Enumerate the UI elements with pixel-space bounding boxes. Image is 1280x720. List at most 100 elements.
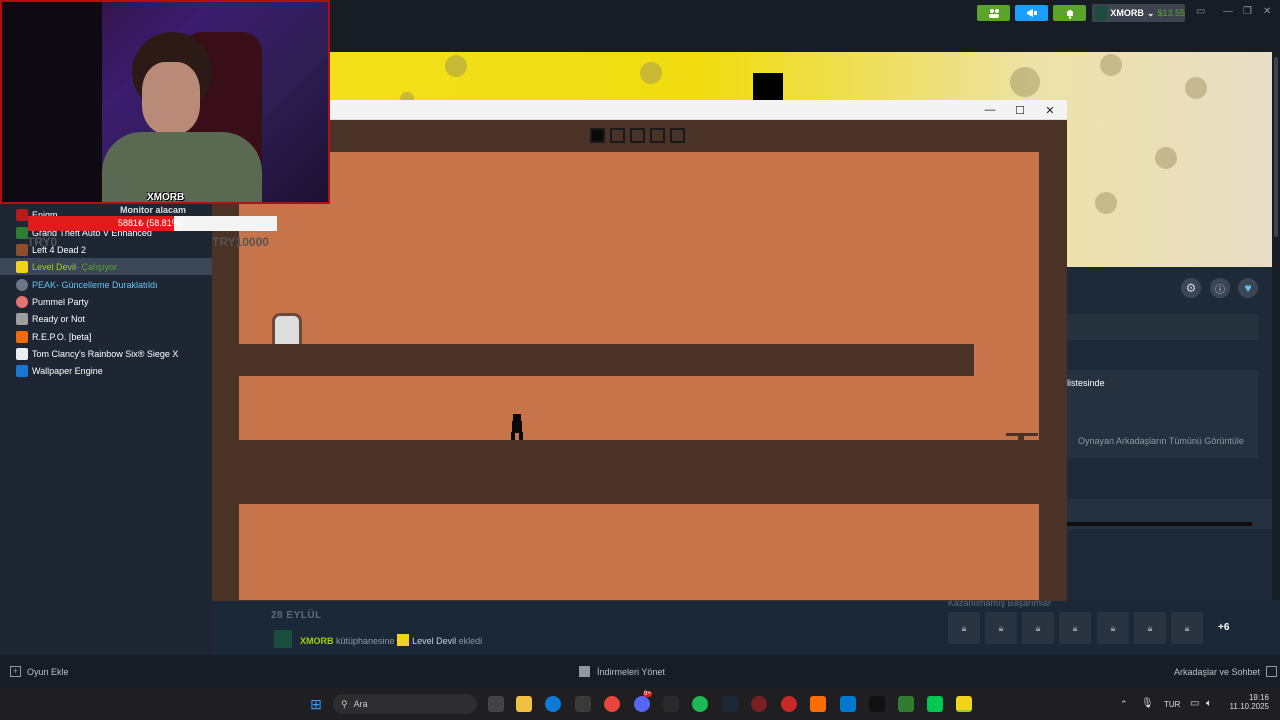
network-icon[interactable]: ▭ <box>1190 698 1199 709</box>
activity-text: ekledi <box>456 636 483 646</box>
game-area-top <box>330 152 1039 344</box>
webcam-overlay: XMORB <box>0 0 330 204</box>
clock[interactable]: 19:16 11.10.2025 <box>1229 693 1269 711</box>
task-view-icon[interactable] <box>488 696 504 712</box>
announcements-button[interactable] <box>1015 5 1048 21</box>
game-item-level-devil[interactable]: Level Devil - Çalışıyor <box>0 258 212 275</box>
spotify-icon[interactable] <box>692 696 708 712</box>
display-icon[interactable]: ▭ <box>1196 6 1205 17</box>
activity-feed: 28 EYLÜL XMORB kütüphanesine Level Devil… <box>258 600 941 655</box>
plus-icon: + <box>10 666 21 677</box>
steam-icon[interactable] <box>722 696 738 712</box>
level-indicator <box>670 128 685 143</box>
app-icon[interactable] <box>898 696 914 712</box>
goal-max: TRY10000 <box>212 235 269 249</box>
app-icon[interactable] <box>781 696 797 712</box>
lock-icon[interactable]: 🔒︎ <box>1059 612 1091 644</box>
store-icon[interactable] <box>575 696 591 712</box>
lock-icon[interactable]: 🔒︎ <box>1134 612 1166 644</box>
language-indicator[interactable]: TUR <box>1164 700 1180 709</box>
view-all-friends-link[interactable]: Oynayan Arkadaşların Tümünü Görüntüle <box>1078 436 1244 446</box>
account-name: XMORB <box>1110 8 1144 18</box>
lock-icon[interactable]: 🔒︎ <box>1022 612 1054 644</box>
game-name: Tom Clancy's Rainbow Six® Siege X <box>32 348 179 359</box>
minimize-button[interactable]: — <box>975 100 1005 120</box>
notifications-button[interactable] <box>1053 5 1086 21</box>
game-status: - Çalışıyor <box>76 261 118 272</box>
discord-icon[interactable]: 9+ <box>634 691 652 712</box>
microphone-icon[interactable]: 🎙︎ <box>1141 698 1154 709</box>
account-menu[interactable]: XMORB ⌄ $13.55 <box>1092 4 1185 22</box>
outlook-icon[interactable] <box>840 696 856 712</box>
chevron-up-icon[interactable]: ⌃ <box>1120 699 1128 710</box>
goal-min: TRY0 <box>27 235 58 249</box>
streamer-name: XMORB <box>147 192 185 203</box>
discord-badge: 9+ <box>643 691 652 697</box>
game-item-pummel-party[interactable]: Pummel Party <box>0 293 212 310</box>
edge-icon[interactable] <box>545 696 561 712</box>
game-icon <box>16 278 28 291</box>
taskbar-search[interactable]: ⚲ Ara <box>333 694 477 714</box>
add-game-label: Oyun Ekle <box>27 666 69 677</box>
game-name: Level Devil <box>32 261 77 272</box>
more-achievements[interactable]: +6 <box>1218 622 1229 633</box>
add-game-button[interactable]: + Oyun Ekle <box>10 666 69 677</box>
activity-user[interactable]: XMORB <box>300 636 334 646</box>
game-item-rainbow-six[interactable]: Tom Clancy's Rainbow Six® Siege X <box>0 345 212 362</box>
level-devil-taskbar-icon[interactable] <box>956 696 972 712</box>
game-item-peak[interactable]: PEAK - Güncelleme Duraklatıldı <box>0 276 212 293</box>
restore-button[interactable]: ❐ <box>1243 6 1252 17</box>
windows-start-icon[interactable]: ⊞ <box>308 696 324 712</box>
lock-icon[interactable]: 🔒︎ <box>948 612 980 644</box>
game-icon <box>16 347 28 360</box>
level-indicator <box>650 128 665 143</box>
game-item-repo[interactable]: R.E.P.O. [beta] <box>0 328 212 345</box>
game-name: Wallpaper Engine <box>32 365 103 376</box>
game-icon <box>397 634 410 646</box>
steam-footer: + Oyun Ekle İndirmeleri Yönet Arkadaşlar… <box>0 655 1280 688</box>
avatar <box>274 630 292 648</box>
friends-chat-button[interactable]: Arkadaşlar ve Sohbet <box>1174 666 1278 677</box>
file-explorer-icon[interactable] <box>516 696 532 712</box>
close-button[interactable]: ✕ <box>1035 100 1065 120</box>
wallet-balance: $13.55 <box>1157 8 1185 18</box>
friends-box: listesinde Oynayan Arkadaşların Tümünü G… <box>1066 370 1258 458</box>
goal-value: 5881₺ (58.81%) <box>118 218 183 228</box>
lock-icon[interactable]: 🔒︎ <box>985 612 1017 644</box>
gear-icon[interactable]: ⚙ <box>1181 278 1201 298</box>
activity-entry: XMORB kütüphanesine Level Devil ekledi <box>300 634 482 646</box>
maximize-button[interactable]: ☐ <box>1005 100 1035 120</box>
activity-game[interactable]: Level Devil <box>412 636 456 646</box>
volume-icon[interactable]: 🔈︎ <box>1206 698 1212 709</box>
manage-downloads-label: İndirmeleri Yönet <box>597 666 665 677</box>
hero-black-square <box>753 73 783 103</box>
app-icon[interactable] <box>810 696 826 712</box>
exit-door <box>272 313 302 344</box>
game-name: R.E.P.O. [beta] <box>32 331 92 342</box>
chrome-icon[interactable] <box>604 696 620 712</box>
game-item-wallpaper-engine[interactable]: Wallpaper Engine <box>0 362 212 379</box>
game-icon <box>16 295 28 308</box>
clock-date: 11.10.2025 <box>1229 702 1269 711</box>
lock-icon[interactable]: 🔒︎ <box>1097 612 1129 644</box>
friends-list-text: listesinde <box>1067 378 1105 388</box>
heart-icon[interactable]: ♥ <box>1238 278 1258 298</box>
app-icon[interactable] <box>927 696 943 712</box>
app-icon[interactable] <box>663 696 679 712</box>
app-icon[interactable] <box>751 696 767 712</box>
lock-icon[interactable]: 🔒︎ <box>1171 612 1203 644</box>
scrollbar[interactable] <box>1272 52 1280 600</box>
friends-button[interactable] <box>977 5 1010 21</box>
progress-box <box>1066 499 1272 529</box>
close-button[interactable]: ✕ <box>1263 6 1271 17</box>
manage-downloads-button[interactable]: İndirmeleri Yönet <box>579 666 665 677</box>
streamer-face <box>142 62 200 134</box>
friends-icon <box>988 9 999 18</box>
game-item-ready-or-not[interactable]: Ready or Not <box>0 310 212 327</box>
download-icon <box>579 666 590 677</box>
capcut-icon[interactable] <box>869 696 885 712</box>
goal-bar: 5881₺ (58.81%) <box>28 216 277 231</box>
level-indicator <box>610 128 625 143</box>
info-icon[interactable]: ⓘ <box>1210 278 1230 298</box>
minimize-button[interactable]: — <box>1223 6 1233 17</box>
